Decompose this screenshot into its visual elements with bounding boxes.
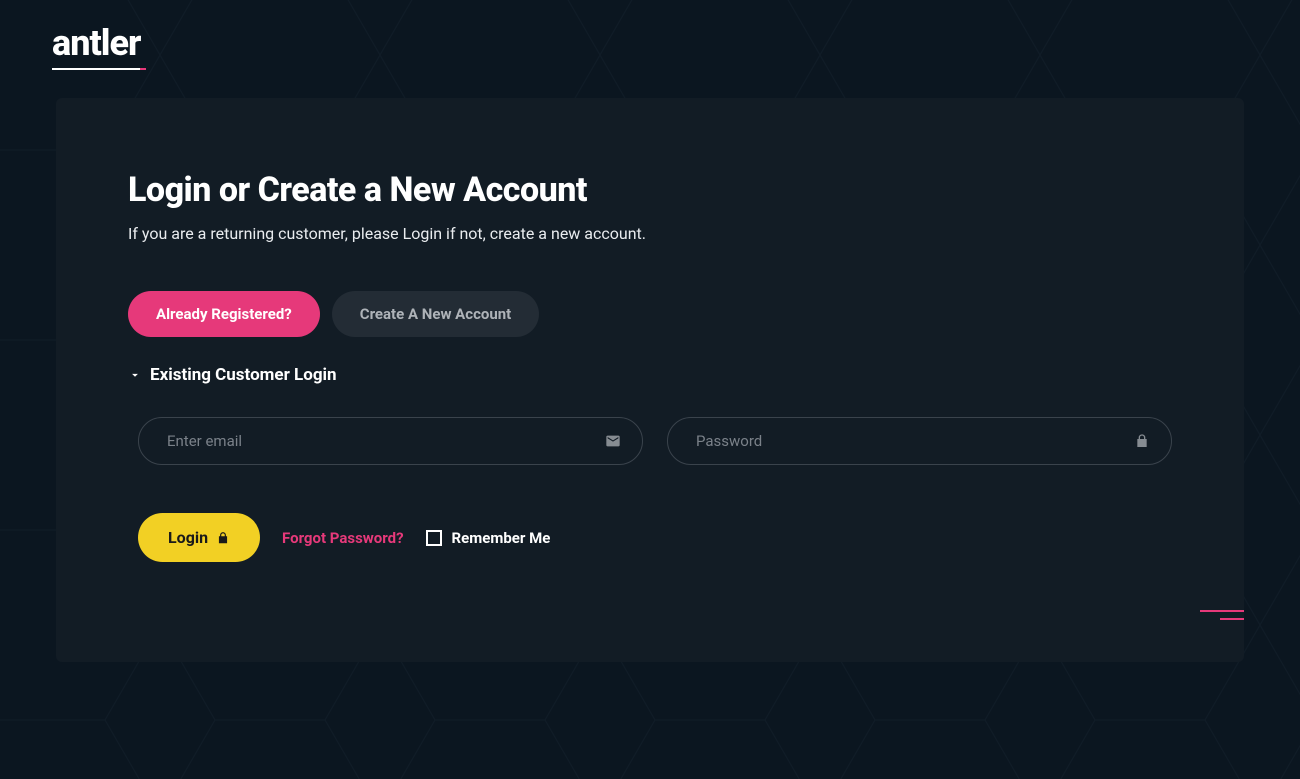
tab-create-account[interactable]: Create A New Account [332, 291, 540, 337]
brand-logo-accent [124, 68, 146, 70]
remember-me-checkbox[interactable] [426, 530, 442, 546]
remember-me-wrap: Remember Me [426, 529, 551, 547]
page-title: Login or Create a New Account [128, 170, 1172, 210]
page-subtitle: If you are a returning customer, please … [128, 224, 1172, 243]
login-card: Login or Create a New Account If you are… [56, 98, 1244, 662]
envelope-icon [605, 433, 621, 449]
password-field-wrap [667, 417, 1172, 465]
section-header[interactable]: Existing Customer Login [128, 365, 1172, 385]
password-input[interactable] [667, 417, 1172, 465]
actions-row: Login Forgot Password? Remember Me [128, 513, 1172, 562]
tab-already-registered[interactable]: Already Registered? [128, 291, 320, 337]
section-title: Existing Customer Login [150, 365, 337, 385]
login-button-label: Login [168, 528, 208, 547]
card-accent-lines [1200, 610, 1244, 620]
lock-icon [1134, 433, 1150, 449]
forgot-password-link[interactable]: Forgot Password? [282, 529, 404, 547]
lock-icon [216, 531, 230, 545]
email-field-wrap [138, 417, 643, 465]
email-input[interactable] [138, 417, 643, 465]
login-form-row [128, 417, 1172, 465]
remember-me-label[interactable]: Remember Me [452, 529, 551, 547]
login-button[interactable]: Login [138, 513, 260, 562]
brand-logo[interactable]: antler [52, 22, 140, 68]
brand-logo-text: antler [52, 22, 140, 64]
chevron-down-icon [128, 368, 142, 382]
auth-tabs: Already Registered? Create A New Account [128, 291, 1172, 337]
